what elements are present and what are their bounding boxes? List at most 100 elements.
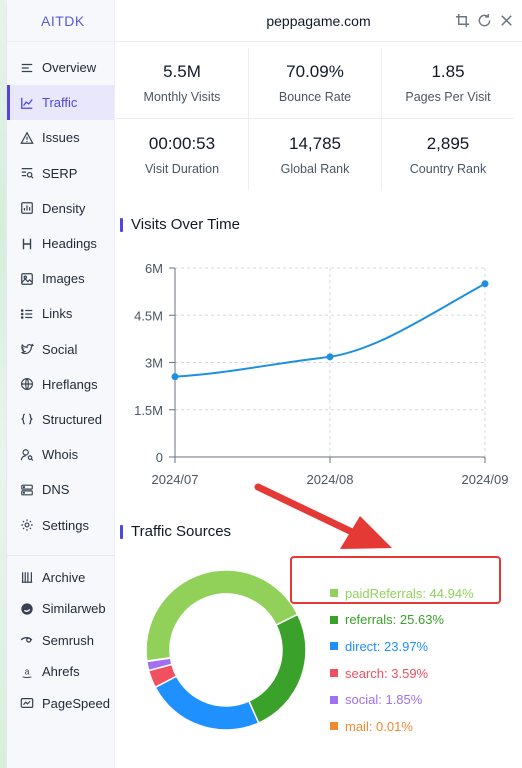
tool-item-semrush[interactable]: Semrush — [7, 625, 114, 657]
sidebar-item-social[interactable]: Social — [7, 332, 114, 367]
y-tick-label: 0 — [156, 450, 163, 465]
sidebar-item-dns[interactable]: DNS — [7, 472, 114, 507]
sidebar-divider — [7, 554, 114, 556]
tool-item-archive[interactable]: Archive — [7, 562, 114, 594]
sidebar-item-density[interactable]: Density — [7, 191, 114, 226]
twitter-icon — [19, 341, 35, 357]
sidebar-item-label: Settings — [42, 517, 89, 533]
header-actions — [455, 13, 514, 28]
brand-logo: AITDK — [7, 0, 114, 42]
sidebar: AITDK Overview Traffic Issues SERP Densi… — [7, 0, 115, 768]
globe-icon — [19, 376, 35, 392]
traffic-sources-donut — [145, 569, 307, 731]
stat-label: Monthly Visits — [143, 90, 221, 104]
sources-section-title: Traffic Sources — [120, 523, 231, 540]
traffic-icon — [19, 95, 35, 111]
sidebar-item-settings[interactable]: Settings — [7, 507, 114, 542]
svg-text:a: a — [25, 667, 30, 677]
overview-icon — [19, 60, 35, 76]
legend-label: search: 3.59% — [345, 665, 429, 681]
data-point — [326, 353, 334, 361]
sidebar-item-overview[interactable]: Overview — [7, 50, 114, 85]
highlight-box — [290, 556, 501, 604]
sidebar-item-label: Images — [42, 271, 85, 287]
sidebar-item-structured[interactable]: Structured — [7, 402, 114, 437]
sidebar-item-headings[interactable]: Headings — [7, 226, 114, 261]
tool-item-ahrefs[interactable]: a Ahrefs — [7, 656, 114, 688]
density-icon — [19, 200, 35, 216]
archive-icon — [19, 569, 35, 585]
stats-row: 00:00:53 Visit Duration 14,785 Global Ra… — [116, 119, 514, 190]
sidebar-item-traffic[interactable]: Traffic — [7, 85, 114, 121]
legend-item-mail[interactable]: mail: 0.01% — [330, 713, 474, 740]
legend-label: direct: 23.97% — [345, 638, 429, 654]
ahrefs-icon: a — [19, 664, 35, 680]
close-icon[interactable] — [499, 13, 514, 28]
sidebar-item-label: Density — [42, 200, 86, 216]
similarweb-icon — [19, 601, 35, 617]
legend-item-social[interactable]: social: 1.85% — [330, 686, 474, 713]
visits-section-title: Visits Over Time — [120, 216, 240, 233]
tool-item-pagespeed[interactable]: PageSpeed — [7, 688, 114, 720]
legend-swatch — [330, 642, 338, 651]
tool-item-label: Semrush — [42, 632, 95, 648]
tool-item-label: PageSpeed — [42, 695, 110, 711]
legend-swatch — [330, 615, 338, 624]
sidebar-item-hreflangs[interactable]: Hreflangs — [7, 367, 114, 402]
sidebar-item-label: Traffic — [42, 95, 78, 111]
serp-icon — [19, 165, 35, 181]
stat-label: Visit Duration — [144, 161, 220, 176]
heading-icon — [19, 236, 35, 252]
visits-line-chart: 0 1.5M 3M 4.5M 6M 2024/07 2024/08 2024/09 — [134, 261, 508, 487]
refresh-icon[interactable] — [477, 13, 492, 28]
sidebar-nav: Overview Traffic Issues SERP Density Hea… — [7, 42, 114, 543]
tool-item-label: Similarweb — [42, 601, 106, 617]
sidebar-item-label: Overview — [42, 60, 97, 76]
sidebar-tools: Archive Similarweb Semrush a Ahrefs Page… — [7, 562, 114, 720]
sidebar-item-label: Headings — [42, 236, 97, 252]
stat-visit-duration: 00:00:53 Visit Duration — [116, 119, 249, 190]
legend-swatch — [330, 669, 338, 678]
stat-monthly-visits: 5.5M Monthly Visits — [116, 48, 249, 118]
sidebar-item-label: Hreflangs — [42, 376, 98, 392]
y-tick-label: 6M — [145, 261, 163, 276]
sidebar-item-whois[interactable]: Whois — [7, 437, 114, 472]
sidebar-item-label: Links — [42, 306, 73, 322]
legend-swatch — [330, 722, 338, 731]
stats-row: 5.5M Monthly Visits 70.09% Bounce Rate 1… — [116, 48, 514, 119]
user-search-icon — [19, 447, 35, 463]
slice-direct — [154, 675, 260, 731]
legend-item-referrals[interactable]: referrals: 25.63% — [330, 607, 474, 634]
sidebar-item-links[interactable]: Links — [7, 296, 114, 331]
y-tick-label: 1.5M — [134, 403, 163, 418]
slice-paidReferrals — [145, 569, 299, 663]
y-tick-label: 3M — [145, 356, 163, 371]
stat-label: Country Rank — [409, 161, 487, 176]
stat-pages-per-visit: 1.85 Pages Per Visit — [382, 48, 514, 118]
header-bar: peppagame.com — [115, 0, 522, 42]
gear-icon — [19, 517, 35, 533]
stat-value: 14,785 — [289, 133, 341, 153]
stat-value: 70.09% — [286, 62, 344, 81]
semrush-icon — [19, 632, 35, 648]
sidebar-item-images[interactable]: Images — [7, 261, 114, 296]
stat-label: Pages Per Visit — [405, 90, 491, 104]
stat-value: 00:00:53 — [148, 133, 216, 153]
pagespeed-icon — [19, 695, 35, 711]
stat-bounce-rate: 70.09% Bounce Rate — [249, 48, 382, 118]
x-tick-label: 2024/08 — [307, 472, 354, 487]
legend-item-search[interactable]: search: 3.59% — [330, 660, 474, 687]
tool-item-similarweb[interactable]: Similarweb — [7, 593, 114, 625]
sidebar-item-issues[interactable]: Issues — [7, 120, 114, 155]
tool-item-label: Archive — [42, 569, 86, 585]
stat-global-rank: 14,785 Global Rank — [249, 119, 382, 190]
sidebar-item-serp[interactable]: SERP — [7, 156, 114, 191]
sidebar-item-label: Issues — [42, 130, 80, 146]
slice-referrals — [247, 613, 307, 725]
crop-icon[interactable] — [455, 13, 470, 28]
dns-icon — [19, 482, 35, 498]
sidebar-item-label: SERP — [42, 165, 78, 181]
legend-item-direct[interactable]: direct: 23.97% — [330, 633, 474, 660]
legend-swatch — [330, 695, 338, 704]
x-tick-label: 2024/07 — [152, 472, 199, 487]
